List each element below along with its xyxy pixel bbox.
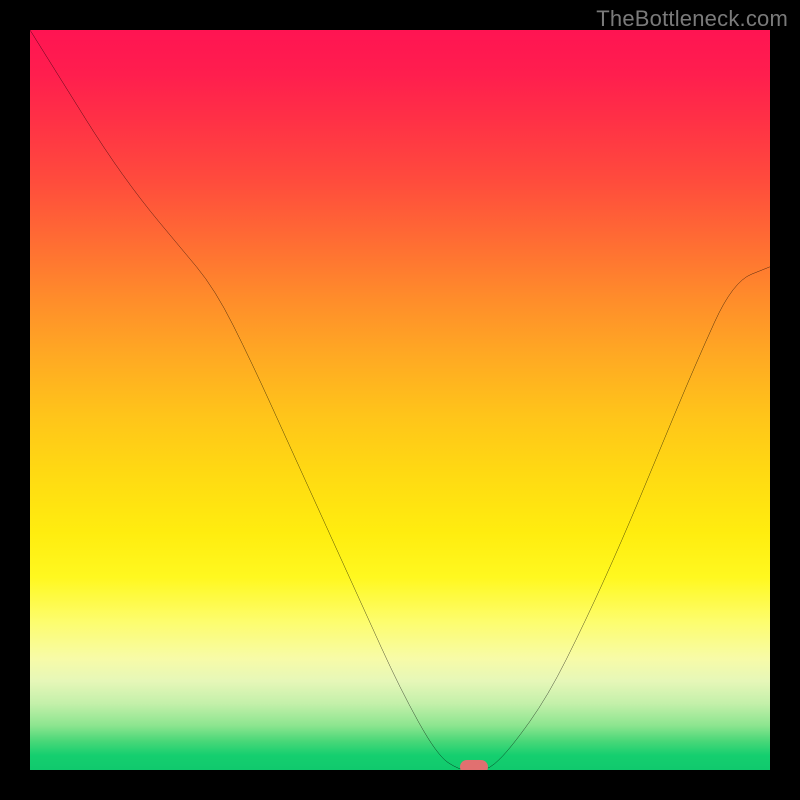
chart-frame: TheBottleneck.com [0,0,800,800]
bottleneck-curve [30,30,770,770]
plot-area [30,30,770,770]
attribution-label: TheBottleneck.com [596,6,788,32]
optimum-marker [460,760,488,770]
